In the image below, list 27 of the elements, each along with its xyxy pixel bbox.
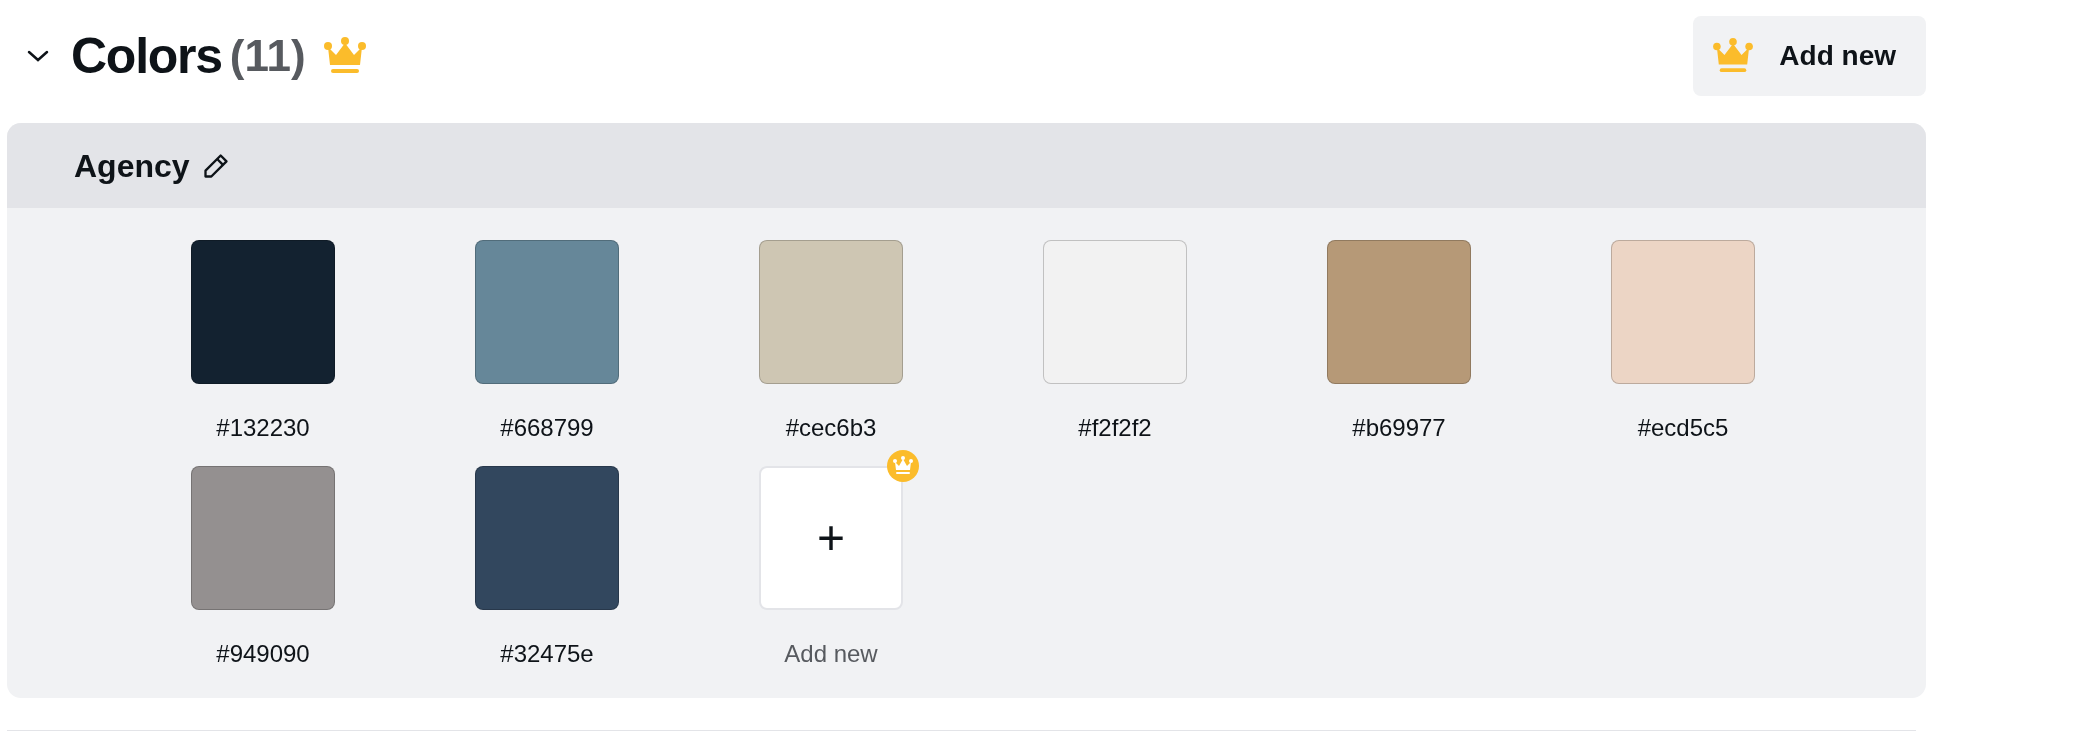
pencil-icon[interactable] [201, 151, 230, 180]
color-code: #132230 [216, 414, 310, 442]
color-code: #b69977 [1352, 414, 1446, 442]
chevron-icon[interactable] [27, 49, 49, 63]
color-code: #949090 [216, 640, 310, 668]
add-new-button[interactable]: Add new [1693, 16, 1926, 96]
add-color-tile[interactable]: + [759, 466, 903, 610]
section-count: (11) [229, 30, 306, 82]
palette-name: Agency [74, 146, 190, 186]
color-swatch[interactable] [1043, 240, 1187, 384]
add-new-label: Add new [784, 640, 878, 668]
crown-icon [323, 37, 366, 75]
color-swatch[interactable] [1327, 240, 1471, 384]
section-title: Colors [71, 26, 222, 86]
color-swatch[interactable] [475, 240, 619, 384]
color-swatch[interactable] [191, 466, 335, 610]
color-swatch[interactable] [759, 240, 903, 384]
color-code: #cec6b3 [785, 414, 877, 442]
color-code: #ecd5c5 [1637, 414, 1729, 442]
color-code: #32475e [500, 640, 594, 668]
crown-badge-icon [887, 450, 919, 482]
color-swatch[interactable] [1611, 240, 1755, 384]
color-code: #668799 [500, 414, 594, 442]
color-swatch[interactable] [191, 240, 335, 384]
color-swatch[interactable] [475, 466, 619, 610]
color-code: #f2f2f2 [1078, 414, 1152, 442]
crown-icon [1713, 38, 1754, 74]
